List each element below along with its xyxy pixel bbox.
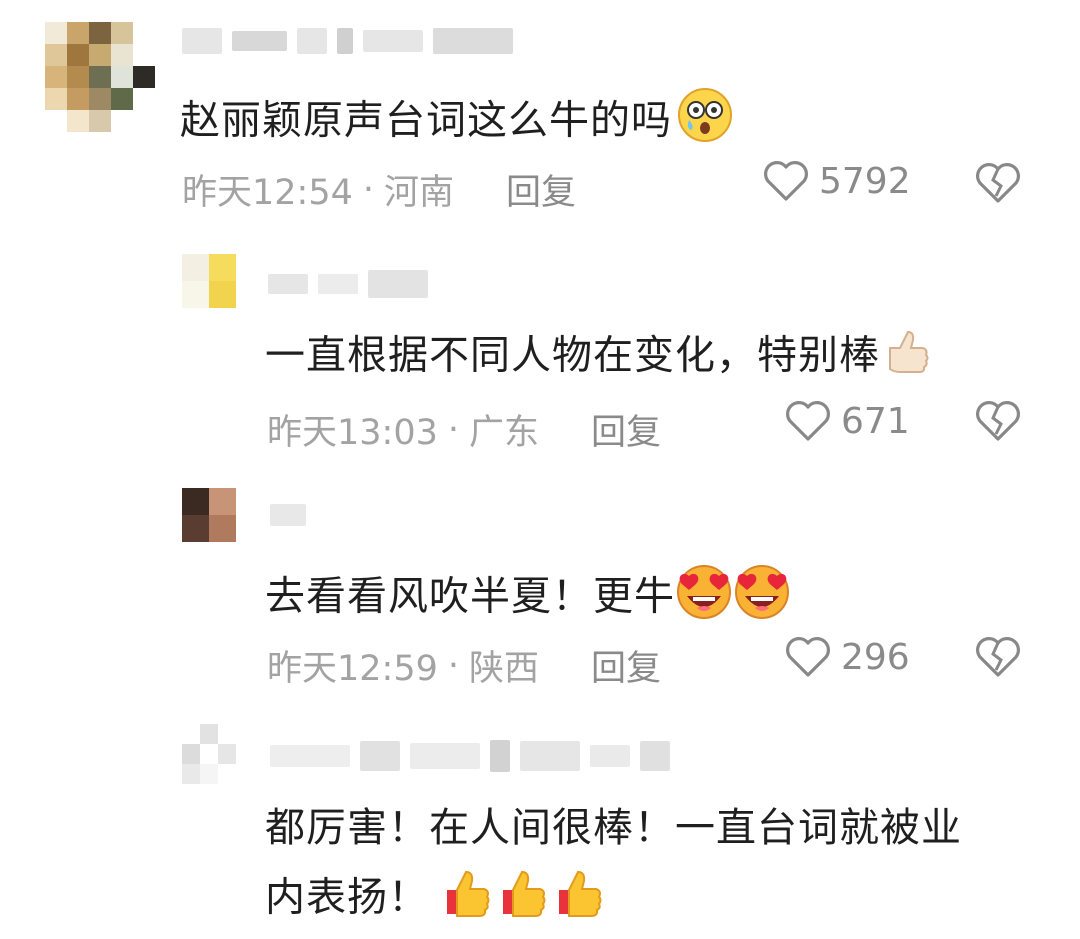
reply-button[interactable]: 回复 [506,164,576,215]
username-blurred[interactable] [270,740,670,772]
meta-separator: · [362,169,375,210]
broken-heart-icon [976,163,1020,203]
heart-outline-icon [786,637,830,677]
meta-separator: · [447,409,460,450]
comment-item: 去看看风吹半夏！更牛 昨天12:59 · 陕西 回复 296 [0,478,1080,698]
comment-text: 都厉害！在人间很棒！一直台词就被业 内表扬！ [265,800,962,935]
like-button[interactable]: 296 [785,636,910,678]
comment-text: 赵丽颖原声台词这么牛的吗 [180,86,734,159]
heart-outline-icon [764,161,808,201]
avatar[interactable] [182,488,236,542]
thumbs-up-emoji [441,864,497,935]
avatar[interactable] [182,254,236,308]
username-blurred[interactable] [270,504,306,526]
comment-location: 广东 [469,413,540,453]
reply-button[interactable]: 回复 [591,640,661,691]
heart-eyes-face-emoji [675,562,733,635]
username-blurred[interactable] [182,28,513,54]
dislike-button[interactable] [975,400,1021,446]
comment-time: 昨天12:54 [182,173,353,213]
comment-time: 昨天13:03 [267,413,438,453]
dislike-button[interactable] [975,636,1021,682]
like-button[interactable]: 5792 [763,160,911,202]
cry-surprised-face-emoji [676,86,734,159]
meta-separator: · [447,645,460,686]
thumbs-up-emoji [553,864,609,935]
comment-meta: 昨天12:59 · 陕西 回复 [267,640,661,691]
username-blurred[interactable] [268,270,428,298]
broken-heart-icon [976,637,1020,677]
comment-text-body: 赵丽颖原声台词这么牛的吗 [180,97,672,144]
like-count: 5792 [819,160,911,202]
comment-location: 陕西 [469,649,540,689]
comment-text: 去看看风吹半夏！更牛 [265,562,791,635]
comment-item: 一直根据不同人物在变化，特别棒 昨天13:03 · 广东 回复 671 [0,240,1080,460]
comment-item: 赵丽颖原声台词这么牛的吗 昨天12:54 · 河南 回复 5792 [0,0,1080,230]
comment-item: 都厉害！在人间很棒！一直台词就被业 内表扬！ [0,716,1080,939]
comment-text-body: 一直根据不同人物在变化，特别棒 [265,332,880,379]
comment-meta: 昨天12:54 · 河南 回复 [182,164,576,215]
comment-time: 昨天12:59 [267,649,438,689]
heart-eyes-face-emoji [733,562,791,635]
comment-meta: 昨天13:03 · 广东 回复 [267,404,661,455]
broken-heart-icon [976,401,1020,441]
comment-text-body: 去看看风吹半夏！更牛 [265,573,675,620]
like-count: 296 [841,636,910,678]
comment-text: 一直根据不同人物在变化，特别棒 [265,324,932,391]
avatar[interactable] [182,724,236,784]
thumbs-up-emoji [497,864,553,935]
comment-location: 河南 [384,173,455,213]
thumbs-up-emoji [880,324,932,391]
avatar[interactable] [45,22,155,132]
comment-text-line: 都厉害！在人间很棒！一直台词就被业 [265,805,962,851]
reply-button[interactable]: 回复 [591,404,661,455]
comment-text-line: 内表扬！ [265,874,429,921]
like-count: 671 [841,400,910,442]
like-button[interactable]: 671 [785,400,910,442]
dislike-button[interactable] [975,162,1021,208]
heart-outline-icon [786,401,830,441]
